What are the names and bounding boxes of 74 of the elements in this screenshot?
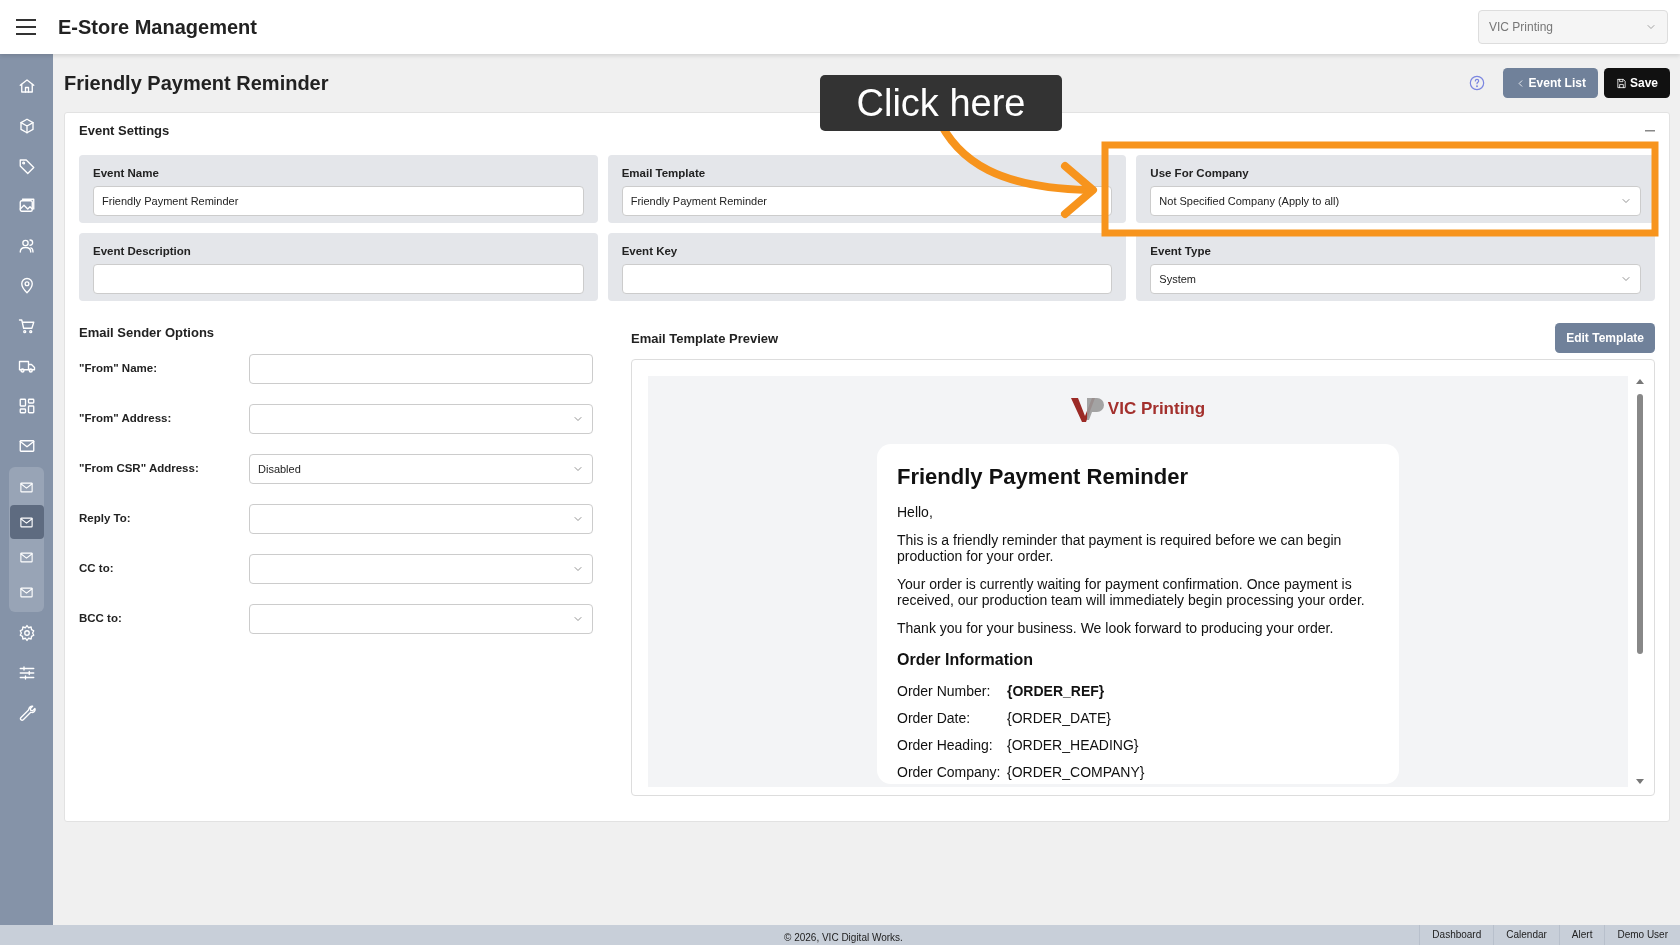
- mail-icon: [19, 514, 34, 530]
- order-field-label: Order Date:: [897, 708, 972, 728]
- mail-icon: [17, 437, 36, 455]
- logo-icon: [1070, 395, 1105, 422]
- sliders-icon: [17, 664, 36, 682]
- field-label: Reply To:: [79, 511, 132, 527]
- section-title: Email Sender Options: [79, 323, 216, 342]
- field-label: Event Name: [93, 165, 160, 181]
- menu-icon[interactable]: [16, 19, 36, 35]
- field-label: Event Description: [93, 243, 192, 259]
- email-paragraph: Your order is currently waiting for payment confirmation. Once payment is received, our production team will immediately begin processing your order.: [897, 575, 1366, 608]
- field-label: "From" Name:: [79, 361, 158, 377]
- footer-link[interactable]: Calendar: [1493, 925, 1559, 945]
- order-field-value: {ORDER_HEADING}: [1007, 735, 1140, 755]
- input-field[interactable]: [249, 354, 593, 384]
- input-field[interactable]: [93, 263, 584, 294]
- order-field-value: {ORDER_COMPANY}: [1007, 762, 1146, 782]
- section-title: Event Settings: [79, 122, 170, 140]
- email-paragraph: Hello,: [897, 503, 934, 520]
- order-field-label: Order Number:: [897, 681, 992, 701]
- email-paragraph: Thank you for your business. We look forward to producing your order.: [897, 619, 1335, 636]
- select-field[interactable]: System: [1150, 263, 1641, 294]
- select-field[interactable]: Not Specified Company (Apply to all): [1150, 185, 1641, 216]
- field-label: "From CSR" Address:: [79, 461, 200, 477]
- home-icon: [17, 77, 36, 95]
- tag-icon: [17, 157, 36, 175]
- event-list-button[interactable]: Event List: [1502, 68, 1598, 98]
- help-icon[interactable]: [1468, 75, 1485, 91]
- gear-icon: [17, 624, 36, 642]
- page-title: Friendly Payment Reminder: [64, 71, 329, 95]
- footer-link[interactable]: Alert: [1558, 925, 1605, 945]
- select-field[interactable]: [249, 504, 593, 534]
- image-icon: [17, 197, 36, 215]
- mail-icon: [19, 584, 34, 600]
- mail-icon: [19, 479, 34, 495]
- select-field[interactable]: [249, 554, 593, 584]
- order-field-label: Order Heading:: [897, 735, 994, 755]
- sidebar-item[interactable]: [9, 505, 44, 539]
- wrench-icon: [17, 704, 36, 722]
- field-label: CC to:: [79, 561, 115, 577]
- select-field[interactable]: [249, 604, 593, 634]
- email-heading: Friendly Payment Reminder: [897, 463, 1189, 490]
- copyright-text: © 2026, VIC Digital Works.: [784, 931, 903, 945]
- order-field-value: {ORDER_DATE}: [1007, 708, 1112, 728]
- select-field[interactable]: Disabled: [249, 454, 593, 484]
- field-label: Email Template: [621, 165, 707, 181]
- callout-label: Click here: [820, 75, 1062, 131]
- field-label: "From" Address:: [79, 411, 173, 427]
- mail-icon: [19, 549, 34, 565]
- email-paragraph: This is a friendly reminder that payment is required before we can begin production for your order.: [897, 531, 1343, 564]
- footer-link[interactable]: Demo User: [1604, 925, 1680, 945]
- input-field[interactable]: Friendly Payment Reminder: [621, 185, 1113, 216]
- users-icon: [17, 237, 36, 255]
- app-title: E-Store Management: [58, 15, 257, 40]
- footer-link[interactable]: Dashboard: [1419, 925, 1494, 945]
- logo-text: VIC Printing: [1107, 397, 1206, 420]
- save-button[interactable]: Save: [1603, 68, 1670, 98]
- order-field-value: {ORDER_REF}: [1007, 681, 1106, 701]
- email-subheading: Order Information: [897, 649, 1034, 670]
- field-label: BCC to:: [79, 611, 123, 627]
- field-label: Event Key: [621, 243, 679, 259]
- select-field[interactable]: [249, 404, 593, 434]
- field-label: Event Type: [1150, 243, 1212, 259]
- edit-template-button[interactable]: Edit Template: [1555, 322, 1655, 353]
- field-label: Use For Company: [1150, 165, 1250, 181]
- input-field[interactable]: Friendly Payment Reminder: [93, 185, 584, 216]
- cart-icon: [17, 317, 36, 335]
- grid-icon: [17, 397, 36, 415]
- box-icon: [17, 117, 36, 135]
- collapse-icon[interactable]: [1645, 129, 1655, 132]
- input-field[interactable]: [621, 263, 1113, 294]
- order-field-label: Order Company:: [897, 762, 1002, 782]
- company-select[interactable]: VIC Printing: [1478, 10, 1668, 44]
- section-title: Email Template Preview: [631, 330, 779, 348]
